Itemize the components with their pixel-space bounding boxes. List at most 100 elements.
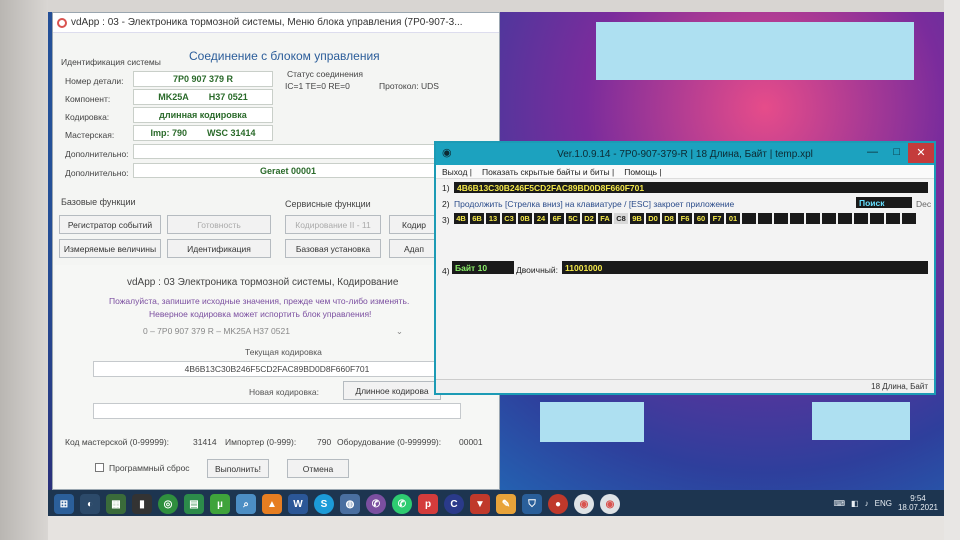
new-coding-field[interactable] <box>93 403 461 419</box>
coding-dialog: vdApp : 03 Электроника тормозной системы… <box>55 265 497 489</box>
binary-label: Двоичный: <box>516 265 558 275</box>
language-indicator[interactable]: ENG <box>875 499 892 508</box>
byte-cell-empty[interactable] <box>854 213 868 224</box>
media-icon[interactable]: ▮ <box>132 494 152 514</box>
byte-cell-empty[interactable] <box>774 213 788 224</box>
event-log-button[interactable]: Регистратор событий <box>59 215 161 234</box>
byte-cell[interactable]: 24 <box>534 213 548 224</box>
explorer-icon[interactable]: ▦ <box>106 494 126 514</box>
basic-setting-button[interactable]: Базовая установка <box>285 239 381 258</box>
photo-bezel-top <box>0 0 960 12</box>
windows-icon[interactable]: ⊞ <box>54 494 74 514</box>
protocol-label: Протокол: UDS <box>379 81 439 91</box>
minimize-icon[interactable]: — <box>867 146 878 158</box>
network-tray-icon[interactable]: ◧ <box>851 499 859 508</box>
search-tool-icon[interactable]: ⌕ <box>236 494 256 514</box>
coding-button[interactable]: Кодир <box>389 215 439 234</box>
byte-cell[interactable]: 9B <box>630 213 644 224</box>
coding-label: Кодировка: <box>65 112 110 122</box>
byte-cell[interactable]: 13 <box>486 213 500 224</box>
coding-dialog-title: vdApp : 03 Электроника тормозной системы… <box>127 277 399 288</box>
long-coding-button[interactable]: Длинное кодирова <box>343 381 441 400</box>
ecu-select[interactable]: 0 – 7P0 907 379 R – MK25A H37 0521 ⌄ <box>135 323 407 339</box>
word-icon[interactable]: W <box>288 494 308 514</box>
byte-cell-selected[interactable]: C8 <box>614 213 628 224</box>
byte-cell[interactable]: FA <box>598 213 612 224</box>
menu-help[interactable]: Помощь | <box>624 167 661 177</box>
byte-cell-empty[interactable] <box>870 213 884 224</box>
equipment-value[interactable]: 00001 <box>459 437 483 447</box>
byte-cell[interactable]: F7 <box>710 213 724 224</box>
byte-cell-empty[interactable] <box>758 213 772 224</box>
vlc-icon[interactable]: ▲ <box>262 494 282 514</box>
cancel-button[interactable]: Отмена <box>287 459 349 478</box>
program-reset-checkbox[interactable] <box>95 463 104 472</box>
byte-cell[interactable]: 60 <box>694 213 708 224</box>
byte-cell-empty[interactable] <box>886 213 900 224</box>
importer-value[interactable]: 790 <box>317 437 331 447</box>
byte-cell-empty[interactable] <box>902 213 916 224</box>
vdapp-icon[interactable]: ◉ <box>574 494 594 514</box>
readiness-button[interactable]: Готовность <box>167 215 271 234</box>
workshop-code-value[interactable]: 31414 <box>193 437 217 447</box>
byte-cell[interactable]: C3 <box>502 213 516 224</box>
p-app-icon[interactable]: p <box>418 494 438 514</box>
row2-number: 2) <box>442 199 450 209</box>
skype-icon[interactable]: S <box>314 494 334 514</box>
network-icon[interactable]: ◍ <box>340 494 360 514</box>
byte-cell[interactable]: D2 <box>582 213 596 224</box>
current-coding-field[interactable]: 4B6B13C30B246F5CD2FAC89BD0D8F660F701 <box>93 361 461 377</box>
coding2-button[interactable]: Кодирование II - 11 <box>285 215 381 234</box>
keyboard-icon[interactable]: ⌨ <box>834 499 846 508</box>
vdapp-title: vdApp : 03 - Электроника тормозной систе… <box>71 17 463 28</box>
binary-value[interactable]: 11001000 <box>562 261 928 274</box>
connection-title: Соединение с блоком управления <box>189 49 380 63</box>
close-icon[interactable]: ✕ <box>908 143 934 163</box>
chrome-icon[interactable]: ◎ <box>158 494 178 514</box>
byte-cell-empty[interactable] <box>790 213 804 224</box>
equipment-label: Оборудование (0-999999): <box>337 437 442 447</box>
part-number-value: 7P0 907 379 R <box>133 71 273 87</box>
adaptation-button[interactable]: Адап <box>389 239 439 258</box>
shield-icon[interactable]: ⛉ <box>522 494 542 514</box>
byte-cell[interactable]: D0 <box>646 213 660 224</box>
row1-coding-string[interactable]: 4B6B13C30B246F5CD2FAC89BD0D8F660F701 <box>454 182 928 193</box>
byte-cell-empty[interactable] <box>838 213 852 224</box>
execute-button[interactable]: Выполнить! <box>207 459 269 478</box>
byte-cell[interactable]: 6B <box>470 213 484 224</box>
search-field[interactable]: Поиск <box>856 197 912 208</box>
vdapp2-icon[interactable]: ◉ <box>600 494 620 514</box>
paint-icon[interactable]: ✎ <box>496 494 516 514</box>
byte-cell[interactable]: 01 <box>726 213 740 224</box>
clock[interactable]: 9:54 18.07.2021 <box>898 494 938 512</box>
byte-cell-empty[interactable] <box>806 213 820 224</box>
disk-icon[interactable]: ● <box>548 494 568 514</box>
measured-values-button[interactable]: Измеряемые величины <box>59 239 161 258</box>
pdf-icon[interactable]: ▼ <box>470 494 490 514</box>
whatsapp-icon[interactable]: ✆ <box>392 494 412 514</box>
photo-bezel-left <box>0 0 48 540</box>
byte-cell-empty[interactable] <box>742 213 756 224</box>
menu-exit[interactable]: Выход | <box>442 167 472 177</box>
byte-cell[interactable]: 6F <box>550 213 564 224</box>
byte-cell[interactable]: 4B <box>454 213 468 224</box>
byte-cell[interactable]: 5C <box>566 213 580 224</box>
byte-cell[interactable]: F6 <box>678 213 692 224</box>
byte-cells: 4B 6B 13 C3 0B 24 6F 5C D2 FA C8 9B D0 D… <box>454 213 916 224</box>
workshop-value: Imp: 790 WSC 31414 <box>133 125 273 141</box>
back-icon[interactable]: ◐ <box>80 494 100 514</box>
calculator-icon[interactable]: ▤ <box>184 494 204 514</box>
utorrent-icon[interactable]: µ <box>210 494 230 514</box>
redaction-patch-top <box>596 22 914 80</box>
byte-cell[interactable]: 0B <box>518 213 532 224</box>
maximize-icon[interactable]: □ <box>893 146 900 158</box>
c-app-icon[interactable]: C <box>444 494 464 514</box>
system-tray: ⌨ ◧ ♪ ENG 9:54 18.07.2021 <box>834 494 939 512</box>
photo-bezel-right <box>944 0 960 540</box>
viber-icon[interactable]: ✆ <box>366 494 386 514</box>
identification-button[interactable]: Идентификация <box>167 239 271 258</box>
byte-cell-empty[interactable] <box>822 213 836 224</box>
menu-show-hidden[interactable]: Показать скрытые байты и биты | <box>482 167 614 177</box>
volume-icon[interactable]: ♪ <box>865 499 869 508</box>
byte-cell[interactable]: D8 <box>662 213 676 224</box>
